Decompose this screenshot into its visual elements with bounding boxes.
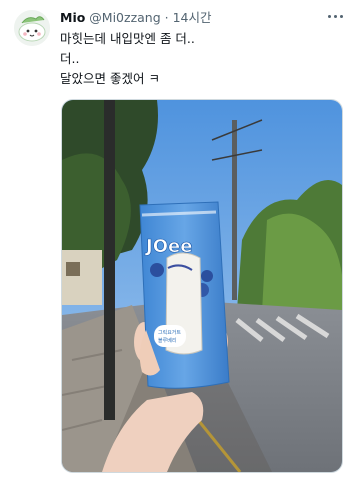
svg-text:그릭요거트: 그릭요거트 (158, 329, 181, 336)
avatar[interactable] (14, 10, 50, 46)
tweet-photo[interactable]: 그릭요거트 블루베리 JOee (61, 99, 343, 473)
display-name[interactable]: Mio (60, 10, 85, 25)
svg-text:블루베리: 블루베리 (158, 337, 176, 344)
tweet-text-line: 더.. (60, 51, 80, 66)
separator-dot: · (164, 10, 169, 25)
tweet-text: 마힛는데 내입맛엔 좀 더.. 더.. 달았으면 좋겠어 ㅋ (60, 29, 195, 89)
brand-text: JOee (144, 236, 192, 257)
tweet-card[interactable]: Mio @Mi0zzang · 14시간 마힛는데 내입맛엔 좀 더.. 더..… (0, 0, 357, 477)
more-horizontal-icon[interactable] (327, 12, 343, 22)
avatar-character-icon (14, 10, 50, 46)
tweet-header: Mio @Mi0zzang · 14시간 (60, 9, 317, 27)
user-handle[interactable]: @Mi0zzang (89, 10, 160, 25)
tweet-text-line: 달았으면 좋겠어 ㅋ (60, 71, 160, 86)
tweet-text-line: 마힛는데 내입맛엔 좀 더.. (60, 31, 195, 46)
photo-ice-cream-street: 그릭요거트 블루베리 JOee (62, 100, 342, 472)
tweet-timestamp[interactable]: 14시간 (173, 10, 212, 25)
